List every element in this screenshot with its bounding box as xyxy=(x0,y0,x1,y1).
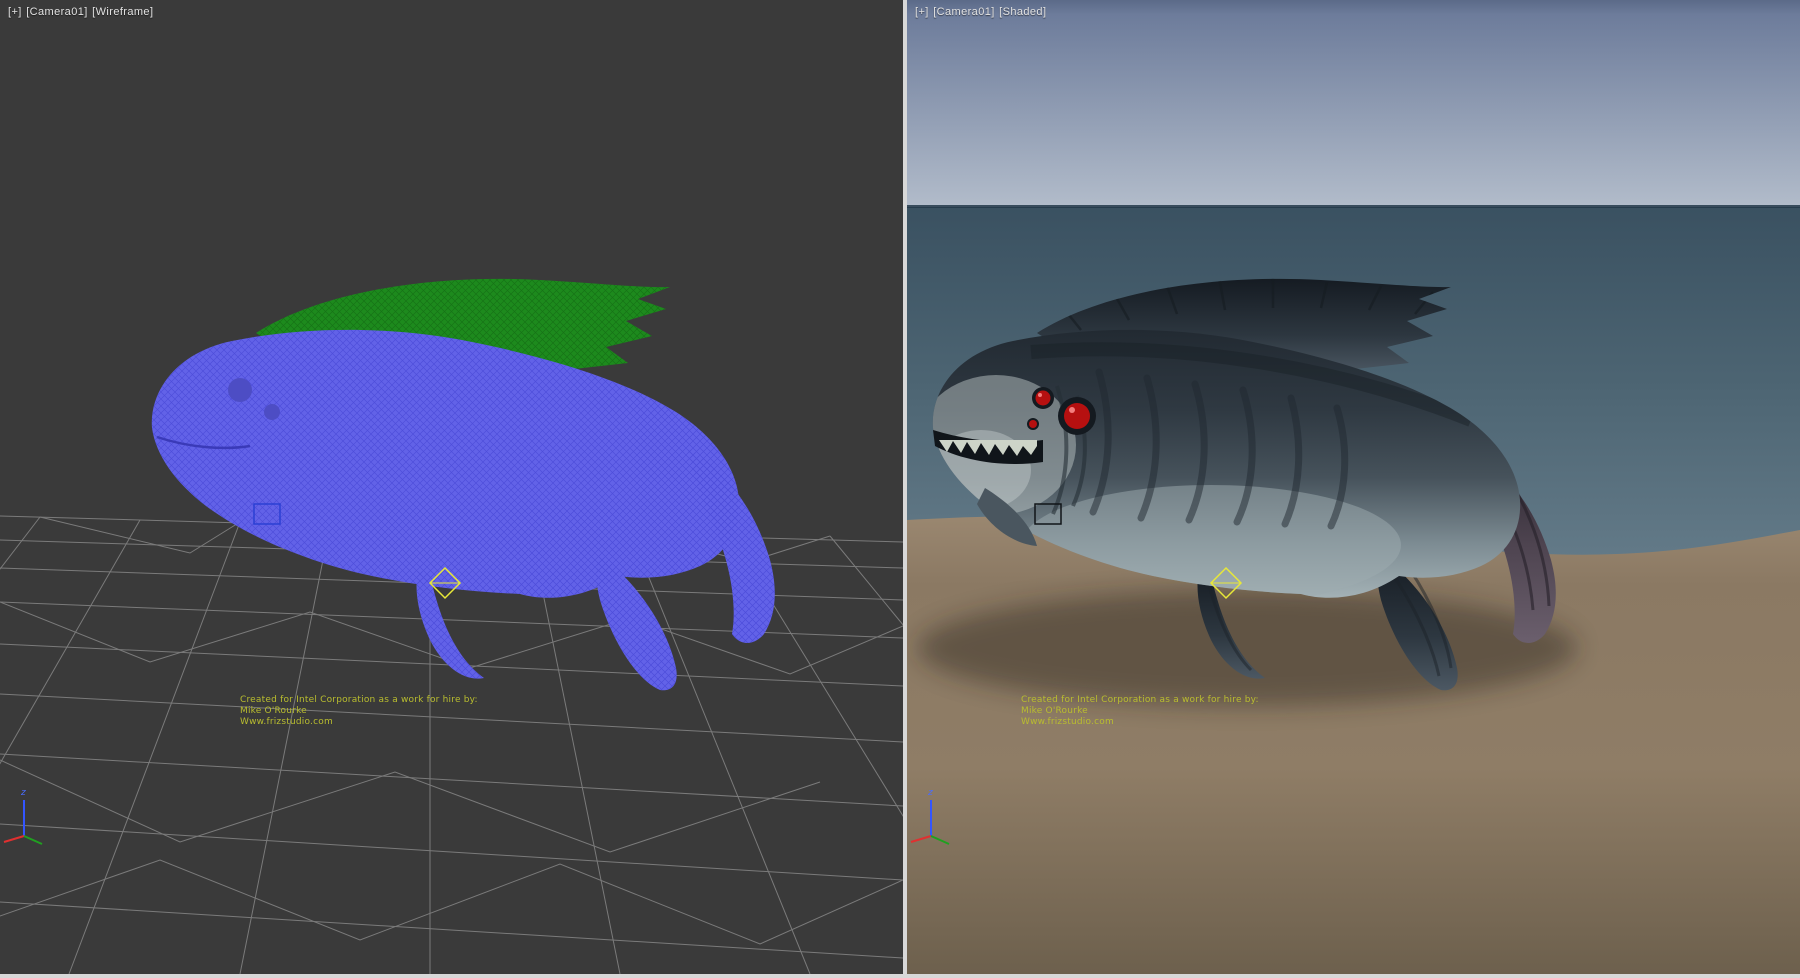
viewport-label: [+] [Camera01] [Shaded] xyxy=(915,6,1047,18)
viewport-menu-pov[interactable]: [Camera01] xyxy=(26,6,87,18)
viewport-wireframe[interactable]: [+] [Camera01] [Wireframe] xyxy=(0,0,903,974)
eye-large xyxy=(228,378,252,402)
viewport-menu-general[interactable]: [+] xyxy=(915,6,929,18)
fish-shadow xyxy=(917,590,1577,706)
viewport-menu-shading[interactable]: [Shaded] xyxy=(999,6,1046,18)
viewport-grid: [+] [Camera01] [Wireframe] xyxy=(0,0,1800,978)
axis-z-label: z xyxy=(927,788,933,798)
viewport-shaded[interactable]: [+] [Camera01] [Shaded] xyxy=(907,0,1800,974)
viewport-menu-shading[interactable]: [Wireframe] xyxy=(92,6,153,18)
eye-large xyxy=(1064,403,1090,429)
eye-small xyxy=(264,404,280,420)
axis-z-label: z xyxy=(20,788,26,798)
wireframe-scene: Created for Intel Corporation as a work … xyxy=(0,0,903,974)
svg-text:Mike O'Rourke: Mike O'Rourke xyxy=(1021,706,1088,716)
svg-text:Created for Intel Corporation: Created for Intel Corporation as a work … xyxy=(240,695,478,705)
svg-text:Www.frizstudio.com: Www.frizstudio.com xyxy=(1021,717,1114,727)
shaded-scene: Created for Intel Corporation as a work … xyxy=(907,0,1800,974)
viewport-menu-general[interactable]: [+] xyxy=(8,6,22,18)
svg-text:Www.frizstudio.com: Www.frizstudio.com xyxy=(240,717,333,727)
horizon-line xyxy=(907,205,1800,208)
viewport-label: [+] [Camera01] [Wireframe] xyxy=(8,6,154,18)
eye-small-highlight xyxy=(1038,393,1042,397)
viewport-menu-pov[interactable]: [Camera01] xyxy=(933,6,994,18)
svg-text:Mike O'Rourke: Mike O'Rourke xyxy=(240,706,307,716)
eye-large-highlight xyxy=(1069,407,1075,413)
eye-tiny xyxy=(1029,420,1037,428)
svg-text:Created for Intel Corporation: Created for Intel Corporation as a work … xyxy=(1021,695,1259,705)
sky xyxy=(907,0,1800,210)
eye-small xyxy=(1036,391,1051,406)
